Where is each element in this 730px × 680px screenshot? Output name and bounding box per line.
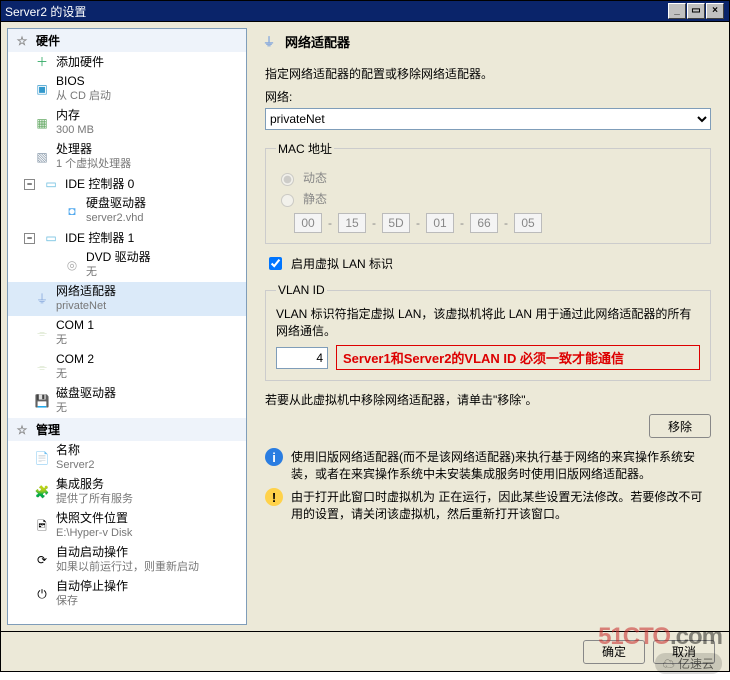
tree-auto-stop[interactable]: ⏻ 自动停止操作保存 bbox=[8, 577, 246, 611]
tree-com1[interactable]: ⌯ COM 1无 bbox=[8, 316, 246, 350]
network-icon: ⏚ bbox=[34, 291, 50, 307]
close-button[interactable]: × bbox=[706, 3, 724, 19]
vlan-note: Server1和Server2的VLAN ID 必须一致才能通信 bbox=[336, 345, 700, 370]
vlan-fieldset: VLAN ID VLAN 标识符指定虚拟 LAN，该虚拟机将此 LAN 用于通过… bbox=[265, 283, 711, 381]
warning-text: 由于打开此窗口时虚拟机为 正在运行，因此某些设置无法修改。若要修改不可用的设置，… bbox=[291, 488, 711, 522]
network-label: 网络: bbox=[265, 88, 711, 105]
mac-static-radio[interactable] bbox=[281, 194, 294, 207]
collapse-icon[interactable]: − bbox=[24, 233, 35, 244]
mac-dynamic-radio[interactable] bbox=[281, 173, 294, 186]
settings-tree[interactable]: ☆ 硬件 ＋ 添加硬件 ▣ BIOS从 CD 启动 ▦ 内存300 MB ▧ 处… bbox=[7, 28, 247, 625]
snapshot-icon: 🖻 bbox=[34, 518, 50, 534]
vlan-id-input[interactable] bbox=[276, 347, 328, 369]
tree-memory[interactable]: ▦ 内存300 MB bbox=[8, 106, 246, 140]
mac-static-label: 静态 bbox=[303, 190, 327, 207]
tree-network-adapter[interactable]: ⏚ 网络适配器privateNet bbox=[8, 282, 246, 316]
tree-name[interactable]: 📄 名称Server2 bbox=[8, 441, 246, 475]
content-header: ⏚ 网络适配器 bbox=[253, 28, 723, 59]
tree-floppy[interactable]: 💾 磁盘驱动器无 bbox=[8, 384, 246, 418]
mac-octet-3[interactable] bbox=[426, 213, 454, 233]
enable-vlan-checkbox[interactable] bbox=[269, 257, 282, 270]
serial-icon: ⌯ bbox=[34, 325, 50, 341]
add-hardware-icon: ＋ bbox=[34, 54, 50, 70]
enable-vlan-row: 启用虚拟 LAN 标识 bbox=[265, 254, 711, 273]
tree-auto-start[interactable]: ⟳ 自动启动操作如果以前运行过，则重新启动 bbox=[8, 543, 246, 577]
mac-dynamic-label: 动态 bbox=[303, 169, 327, 186]
vlan-legend: VLAN ID bbox=[276, 283, 327, 297]
mac-dynamic-row: 动态 bbox=[276, 169, 700, 186]
tree-com2[interactable]: ⌯ COM 2无 bbox=[8, 350, 246, 384]
ok-button[interactable]: 确定 bbox=[583, 640, 645, 664]
collapse-icon[interactable]: − bbox=[24, 179, 35, 190]
info-icon: i bbox=[265, 448, 283, 466]
tree-dvd[interactable]: ◎ DVD 驱动器无 bbox=[8, 248, 246, 282]
serial-icon: ⌯ bbox=[34, 359, 50, 375]
tree-snapshot-location[interactable]: 🖻 快照文件位置E:\Hyper-v Disk bbox=[8, 509, 246, 543]
cancel-button[interactable]: 取消 bbox=[653, 640, 715, 664]
content-intro: 指定网络适配器的配置或移除网络适配器。 bbox=[265, 65, 711, 82]
tree-integration-services[interactable]: 🧩 集成服务提供了所有服务 bbox=[8, 475, 246, 509]
dvd-icon: ◎ bbox=[64, 257, 80, 273]
page-icon: 📄 bbox=[34, 450, 50, 466]
controller-icon: ▭ bbox=[43, 176, 59, 192]
network-icon: ⏚ bbox=[261, 34, 277, 50]
remove-button[interactable]: 移除 bbox=[649, 414, 711, 438]
mac-fields: - - - - - bbox=[294, 213, 700, 233]
tree-ide0[interactable]: − ▭ IDE 控制器 0 bbox=[8, 174, 246, 194]
warning-vm-running: ! 由于打开此窗口时虚拟机为 正在运行，因此某些设置无法修改。若要修改不可用的设… bbox=[265, 488, 711, 522]
section-hardware-label: 硬件 bbox=[36, 32, 60, 49]
mac-static-row: 静态 bbox=[276, 190, 700, 207]
window-title: Server2 的设置 bbox=[5, 1, 86, 21]
content-title: 网络适配器 bbox=[285, 32, 350, 51]
services-icon: 🧩 bbox=[34, 484, 50, 500]
floppy-icon: 💾 bbox=[34, 393, 50, 409]
minimize-button[interactable]: _ bbox=[668, 3, 686, 19]
tree-processor[interactable]: ▧ 处理器1 个虚拟处理器 bbox=[8, 140, 246, 174]
mac-fieldset: MAC 地址 动态 静态 - - - - - bbox=[265, 140, 711, 244]
remove-hint: 若要从此虚拟机中移除网络适配器，请单击"移除"。 bbox=[265, 391, 711, 408]
maximize-button[interactable]: ▭ bbox=[687, 3, 705, 19]
cpu-icon: ▧ bbox=[34, 149, 50, 165]
tree-add-hardware[interactable]: ＋ 添加硬件 bbox=[8, 52, 246, 72]
memory-icon: ▦ bbox=[34, 115, 50, 131]
mac-octet-5[interactable] bbox=[514, 213, 542, 233]
mac-octet-2[interactable] bbox=[382, 213, 410, 233]
mac-octet-0[interactable] bbox=[294, 213, 322, 233]
warning-icon: ! bbox=[265, 488, 283, 506]
dialog-body: ☆ 硬件 ＋ 添加硬件 ▣ BIOS从 CD 启动 ▦ 内存300 MB ▧ 处… bbox=[0, 22, 730, 632]
tree-ide1[interactable]: − ▭ IDE 控制器 1 bbox=[8, 228, 246, 248]
mac-octet-1[interactable] bbox=[338, 213, 366, 233]
mac-legend: MAC 地址 bbox=[276, 140, 334, 157]
info-text: 使用旧版网络适配器(而不是该网络适配器)来执行基于网络的来宾操作系统安装，或者在… bbox=[291, 448, 711, 482]
section-management[interactable]: ☆ 管理 bbox=[8, 418, 246, 441]
enable-vlan-label: 启用虚拟 LAN 标识 bbox=[291, 255, 393, 272]
hardware-icon: ☆ bbox=[14, 33, 30, 49]
titlebar[interactable]: Server2 的设置 _ ▭ × bbox=[0, 0, 730, 22]
window-buttons: _ ▭ × bbox=[668, 1, 725, 21]
section-hardware[interactable]: ☆ 硬件 bbox=[8, 29, 246, 52]
hdd-icon: ◘ bbox=[64, 203, 80, 219]
content-pane: ⏚ 网络适配器 指定网络适配器的配置或移除网络适配器。 网络: privateN… bbox=[253, 28, 723, 625]
info-legacy-adapter: i 使用旧版网络适配器(而不是该网络适配器)来执行基于网络的来宾操作系统安装，或… bbox=[265, 448, 711, 482]
controller-icon: ▭ bbox=[43, 230, 59, 246]
network-select[interactable]: privateNet bbox=[265, 108, 711, 130]
dialog-footer: 确定 取消 bbox=[0, 632, 730, 672]
vlan-description: VLAN 标识符指定虚拟 LAN，该虚拟机将此 LAN 用于通过此网络适配器的所… bbox=[276, 305, 700, 339]
autostop-icon: ⏻ bbox=[34, 586, 50, 602]
chip-icon: ▣ bbox=[34, 81, 50, 97]
tree-bios[interactable]: ▣ BIOS从 CD 启动 bbox=[8, 72, 246, 106]
section-management-label: 管理 bbox=[36, 421, 60, 438]
mac-octet-4[interactable] bbox=[470, 213, 498, 233]
autostart-icon: ⟳ bbox=[34, 552, 50, 568]
tree-hdd[interactable]: ◘ 硬盘驱动器server2.vhd bbox=[8, 194, 246, 228]
management-icon: ☆ bbox=[14, 422, 30, 438]
